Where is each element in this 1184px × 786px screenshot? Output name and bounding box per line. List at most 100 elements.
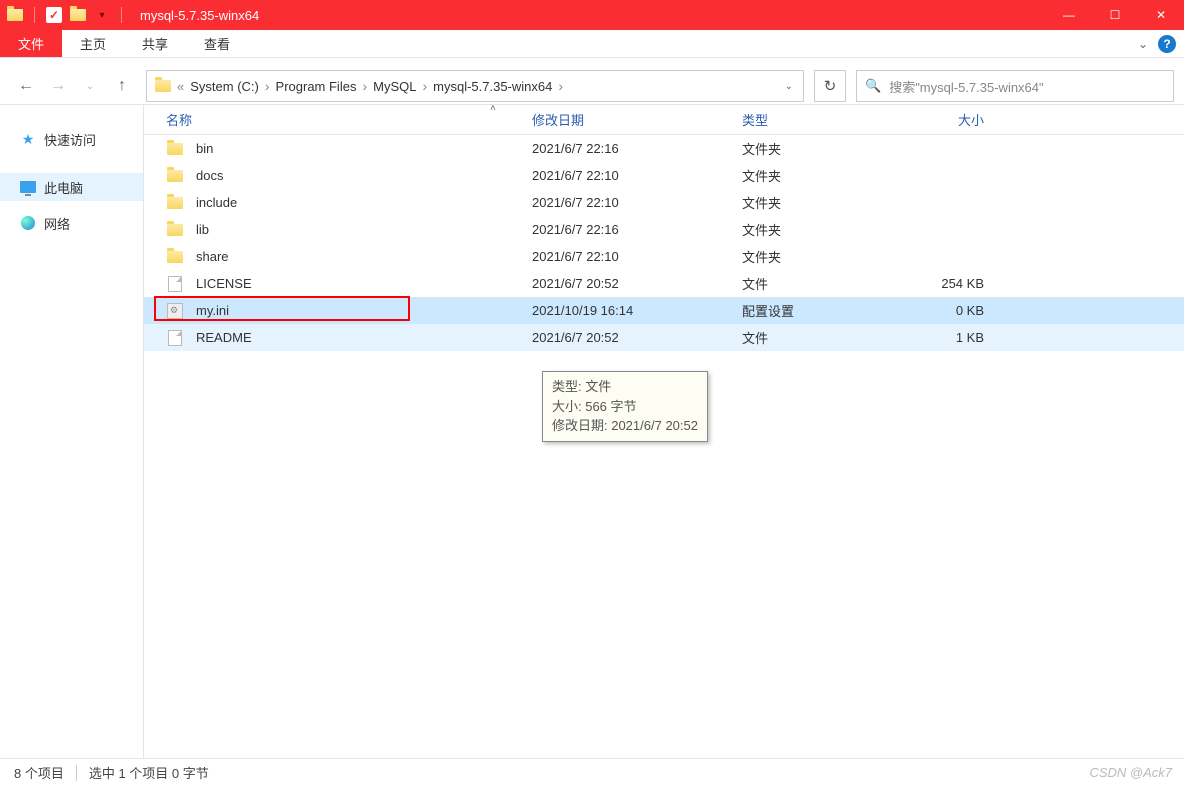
chevron-right-icon[interactable]: › <box>558 78 563 94</box>
search-placeholder: 搜索"mysql-5.7.35-winx64" <box>889 77 1043 96</box>
ribbon-collapse-icon[interactable]: ⌄ <box>1138 37 1148 51</box>
folder-icon <box>166 221 184 239</box>
file-type: 文件夹 <box>734 193 906 212</box>
file-name: share <box>196 249 229 264</box>
qat-divider <box>34 7 35 23</box>
file-name: README <box>196 330 252 345</box>
tooltip-size: 大小: 566 字节 <box>552 397 698 417</box>
folder-icon[interactable] <box>6 6 24 24</box>
up-button[interactable]: ↑ <box>108 72 136 100</box>
file-name: lib <box>196 222 209 237</box>
status-bar: 8 个项目 选中 1 个项目 0 字节 <box>0 758 1184 786</box>
file-row[interactable]: README 2021/6/7 20:52文件1 KB <box>144 324 1184 351</box>
file-row[interactable]: my.ini2021/10/19 16:14配置设置0 KB <box>144 297 1184 324</box>
address-dropdown-icon[interactable]: ⌄ <box>785 81 793 92</box>
file-row[interactable]: lib 2021/6/7 22:16文件夹 <box>144 216 1184 243</box>
breadcrumb-lead: « <box>173 79 188 94</box>
ini-file-icon <box>166 302 184 320</box>
chevron-right-icon[interactable]: › <box>422 78 427 94</box>
file-row[interactable]: bin 2021/6/7 22:16文件夹 <box>144 135 1184 162</box>
recent-dropdown[interactable]: ⌄ <box>76 72 104 100</box>
file-date: 2021/6/7 22:16 <box>524 222 734 237</box>
help-icon[interactable]: ? <box>1158 35 1176 53</box>
file-icon <box>166 275 184 293</box>
sidebar-item-label: 快速访问 <box>44 130 96 149</box>
star-icon: ★ <box>20 131 36 147</box>
file-name: include <box>196 195 237 210</box>
address-bar[interactable]: « System (C:) › Program Files › MySQL › … <box>146 70 804 102</box>
file-date: 2021/10/19 16:14 <box>524 303 734 318</box>
file-name: docs <box>196 168 223 183</box>
status-selection: 选中 1 个项目 0 字节 <box>89 763 209 782</box>
file-row[interactable]: docs 2021/6/7 22:10文件夹 <box>144 162 1184 189</box>
file-type: 文件夹 <box>734 220 906 239</box>
folder-icon <box>153 80 173 92</box>
tab-file[interactable]: 文件 <box>0 30 62 57</box>
chevron-right-icon[interactable]: › <box>362 78 367 94</box>
file-date: 2021/6/7 22:10 <box>524 168 734 183</box>
sidebar-item-network[interactable]: 网络 <box>0 209 143 237</box>
minimize-button[interactable]: — <box>1046 0 1092 30</box>
search-input[interactable]: 🔍 搜索"mysql-5.7.35-winx64" <box>856 70 1174 102</box>
main-area: ★ 快速访问 此电脑 网络 ˄ 名称 修改日期 类型 大小 bin 2021/6/… <box>0 104 1184 758</box>
close-button[interactable]: ✕ <box>1138 0 1184 30</box>
qat-dropdown-icon[interactable]: ▾ <box>93 6 111 24</box>
breadcrumb-item[interactable]: Program Files <box>274 79 359 94</box>
folder-icon <box>166 167 184 185</box>
sidebar-item-label: 网络 <box>44 214 70 233</box>
tab-share[interactable]: 共享 <box>124 30 186 57</box>
column-header-row: ˄ 名称 修改日期 类型 大小 <box>144 105 1184 135</box>
file-row[interactable]: include 2021/6/7 22:10文件夹 <box>144 189 1184 216</box>
file-row[interactable]: LICENSE 2021/6/7 20:52文件254 KB <box>144 270 1184 297</box>
column-header-size[interactable]: 大小 <box>906 110 1006 129</box>
column-header-name[interactable]: 名称 <box>144 110 524 129</box>
search-icon: 🔍 <box>865 78 881 94</box>
sidebar-item-quick-access[interactable]: ★ 快速访问 <box>0 125 143 153</box>
maximize-button[interactable]: ☐ <box>1092 0 1138 30</box>
file-type: 文件夹 <box>734 166 906 185</box>
breadcrumb-item[interactable]: System (C:) <box>188 79 261 94</box>
file-name: LICENSE <box>196 276 252 291</box>
watermark: CSDN @Ack7 <box>1089 765 1172 780</box>
sidebar-item-this-pc[interactable]: 此电脑 <box>0 173 143 201</box>
file-size: 254 KB <box>906 276 1006 291</box>
file-row[interactable]: share 2021/6/7 22:10文件夹 <box>144 243 1184 270</box>
properties-icon[interactable]: ✓ <box>45 6 63 24</box>
file-type: 文件夹 <box>734 247 906 266</box>
ribbon: 文件 主页 共享 查看 ⌄ ? <box>0 30 1184 58</box>
file-date: 2021/6/7 22:10 <box>524 249 734 264</box>
file-type: 文件夹 <box>734 139 906 158</box>
file-date: 2021/6/7 20:52 <box>524 276 734 291</box>
status-divider <box>76 765 77 781</box>
titlebar: ✓ ▾ mysql-5.7.35-winx64 — ☐ ✕ <box>0 0 1184 30</box>
file-size: 0 KB <box>906 303 1006 318</box>
file-type: 文件 <box>734 328 906 347</box>
file-date: 2021/6/7 20:52 <box>524 330 734 345</box>
folder-icon <box>166 140 184 158</box>
navigation-row: ← → ⌄ ↑ « System (C:) › Program Files › … <box>0 68 1184 104</box>
tooltip-type: 类型: 文件 <box>552 377 698 397</box>
new-folder-icon[interactable] <box>69 6 87 24</box>
file-type: 配置设置 <box>734 301 906 320</box>
refresh-button[interactable]: ↻ <box>814 70 846 102</box>
pc-icon <box>20 179 36 195</box>
file-type: 文件 <box>734 274 906 293</box>
file-size: 1 KB <box>906 330 1006 345</box>
tooltip-date: 修改日期: 2021/6/7 20:52 <box>552 416 698 436</box>
breadcrumb-item[interactable]: mysql-5.7.35-winx64 <box>431 79 554 94</box>
network-icon <box>20 215 36 231</box>
column-header-type[interactable]: 类型 <box>734 110 906 129</box>
content-pane: ˄ 名称 修改日期 类型 大小 bin2021/6/7 22:16文件夹docs… <box>144 105 1184 758</box>
breadcrumb-item[interactable]: MySQL <box>371 79 418 94</box>
tab-home[interactable]: 主页 <box>62 30 124 57</box>
sidebar: ★ 快速访问 此电脑 网络 <box>0 105 144 758</box>
column-header-date[interactable]: 修改日期 <box>524 110 734 129</box>
folder-icon <box>166 248 184 266</box>
forward-button[interactable]: → <box>44 72 72 100</box>
file-date: 2021/6/7 22:16 <box>524 141 734 156</box>
tab-view[interactable]: 查看 <box>186 30 248 57</box>
file-name: bin <box>196 141 213 156</box>
file-date: 2021/6/7 22:10 <box>524 195 734 210</box>
chevron-right-icon[interactable]: › <box>265 78 270 94</box>
back-button[interactable]: ← <box>12 72 40 100</box>
